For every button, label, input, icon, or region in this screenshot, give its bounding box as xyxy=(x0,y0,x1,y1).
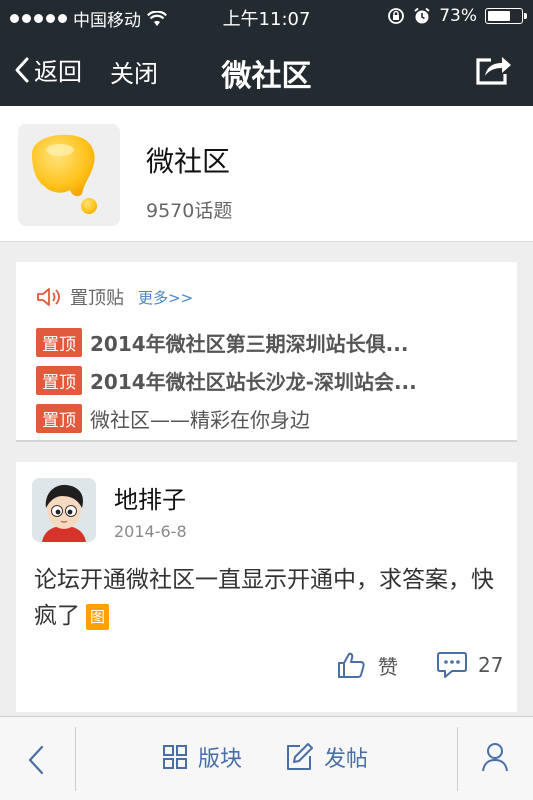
battery-percent: 73% xyxy=(439,6,477,26)
divider xyxy=(457,727,458,791)
pinned-header: 置顶贴 更多>> xyxy=(36,284,193,310)
pinned-item-title: 2014年微社区第三期深圳站长俱... xyxy=(90,332,409,356)
grid-icon xyxy=(163,745,187,769)
avatar[interactable] xyxy=(32,478,96,542)
back-label: 返回 xyxy=(34,58,82,86)
share-button[interactable] xyxy=(475,52,513,90)
pinned-item-title: 2014年微社区站长沙龙-深圳站会... xyxy=(90,370,417,394)
user-icon xyxy=(482,743,508,772)
profile-button[interactable] xyxy=(481,741,509,777)
new-post-label: 发帖 xyxy=(324,747,369,772)
back-button[interactable]: 返回 xyxy=(14,52,82,87)
comment-icon xyxy=(437,652,467,678)
bottom-back-button[interactable] xyxy=(26,743,46,781)
forum-header: 微社区 9570话题 xyxy=(0,106,533,242)
post-content[interactable]: 论坛开通微社区一直显示开通中，求答案，快疯了图 xyxy=(34,562,504,634)
pinned-item-title: 微社区——精彩在你身边 xyxy=(90,408,310,432)
bottom-toolbar: 版块 发帖 xyxy=(0,716,533,800)
topic-count: 9570话题 xyxy=(146,200,233,222)
post-date: 2014-6-8 xyxy=(114,522,187,541)
more-link[interactable]: 更多>> xyxy=(138,287,193,308)
section-button[interactable]: 版块 xyxy=(162,741,242,773)
post-card[interactable]: 地排子 2014-6-8 论坛开通微社区一直显示开通中，求答案，快疯了图 赞 2… xyxy=(16,462,517,712)
section-label: 版块 xyxy=(198,747,243,772)
like-button[interactable]: 赞 xyxy=(336,650,398,680)
top-bar: 中国移动 上午11:07 73% 返回 关闭 微社区 xyxy=(0,0,533,106)
pinned-posts-card: 置顶贴 更多>> 置顶 2014年微社区第三期深圳站长俱... 置顶 2014年… xyxy=(16,262,517,442)
pinned-item[interactable]: 置顶 微社区——精彩在你身边 xyxy=(36,404,496,433)
nav-bar: 返回 关闭 微社区 xyxy=(0,34,533,106)
cartoon-boy-avatar-icon xyxy=(32,478,96,542)
new-post-button[interactable]: 发帖 xyxy=(284,741,368,773)
alarm-icon xyxy=(414,7,430,24)
status-bar: 中国移动 上午11:07 73% xyxy=(0,0,533,34)
speaker-icon xyxy=(37,288,60,306)
pinned-label: 置顶贴 xyxy=(70,288,124,309)
divider xyxy=(75,727,76,791)
pinned-badge: 置顶 xyxy=(36,328,82,357)
like-label: 赞 xyxy=(378,654,398,679)
post-author[interactable]: 地排子 xyxy=(114,480,186,515)
pinned-badge: 置顶 xyxy=(36,404,82,433)
chevron-left-icon xyxy=(15,57,29,82)
pinned-item[interactable]: 置顶 2014年微社区站长沙龙-深圳站会... xyxy=(36,366,496,395)
forum-logo xyxy=(18,124,120,226)
edit-icon xyxy=(287,743,313,770)
rotation-lock-icon xyxy=(388,8,405,24)
share-icon xyxy=(476,57,511,85)
chevron-left-icon xyxy=(28,745,44,775)
close-button[interactable]: 关闭 xyxy=(110,54,158,89)
comment-button[interactable]: 27 xyxy=(436,650,503,680)
pinned-item[interactable]: 置顶 2014年微社区第三期深圳站长俱... xyxy=(36,328,496,357)
image-tag: 图 xyxy=(86,603,110,630)
speech-bubble-logo-icon xyxy=(32,134,97,214)
comment-count: 27 xyxy=(478,653,504,677)
battery-icon xyxy=(485,8,527,24)
pinned-badge: 置顶 xyxy=(36,366,82,395)
battery-fill xyxy=(488,11,510,21)
thumbs-up-icon xyxy=(338,652,365,678)
forum-name: 微社区 xyxy=(146,145,231,178)
